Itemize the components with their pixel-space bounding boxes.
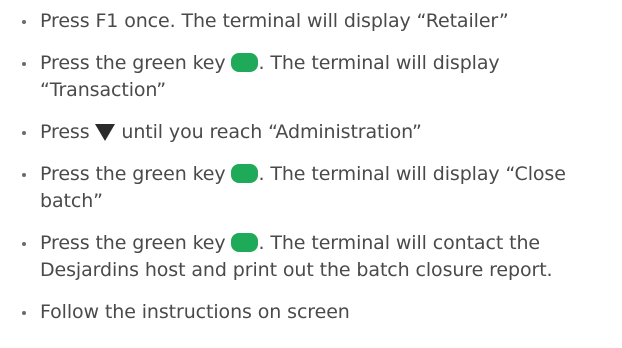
- down-arrow-icon: [95, 124, 116, 141]
- green-key-icon: [231, 233, 259, 252]
- step-text-after: until you reach “Administration”: [115, 121, 422, 143]
- list-item-press-f1: Press F1 once. The terminal will display…: [22, 8, 614, 35]
- list-item-green-key-transaction: Press the green key . The terminal will …: [22, 50, 614, 104]
- bullet: [22, 242, 26, 246]
- green-key-icon: [231, 53, 259, 72]
- step-text-before: Press the green key: [40, 232, 232, 254]
- list-item-green-key-close-batch: Press the green key . The terminal will …: [22, 161, 614, 215]
- step-text: Press F1 once. The terminal will display…: [40, 10, 509, 32]
- bullet: [22, 62, 26, 66]
- bullet: [22, 131, 26, 135]
- instruction-list: Press F1 once. The terminal will display…: [22, 8, 614, 326]
- step-text-before: Press: [40, 121, 96, 143]
- list-item-green-key-contact-host: Press the green key . The terminal will …: [22, 230, 614, 284]
- bullet: [22, 311, 26, 315]
- bullet: [22, 173, 26, 177]
- step-text: Follow the instructions on screen: [40, 301, 350, 323]
- list-item-down-arrow-administration: Press until you reach “Administration”: [22, 119, 614, 146]
- step-text-before: Press the green key: [40, 52, 232, 74]
- bullet: [22, 20, 26, 24]
- green-key-icon: [231, 164, 259, 183]
- step-text-before: Press the green key: [40, 163, 232, 185]
- list-item-follow-instructions: Follow the instructions on screen: [22, 299, 614, 326]
